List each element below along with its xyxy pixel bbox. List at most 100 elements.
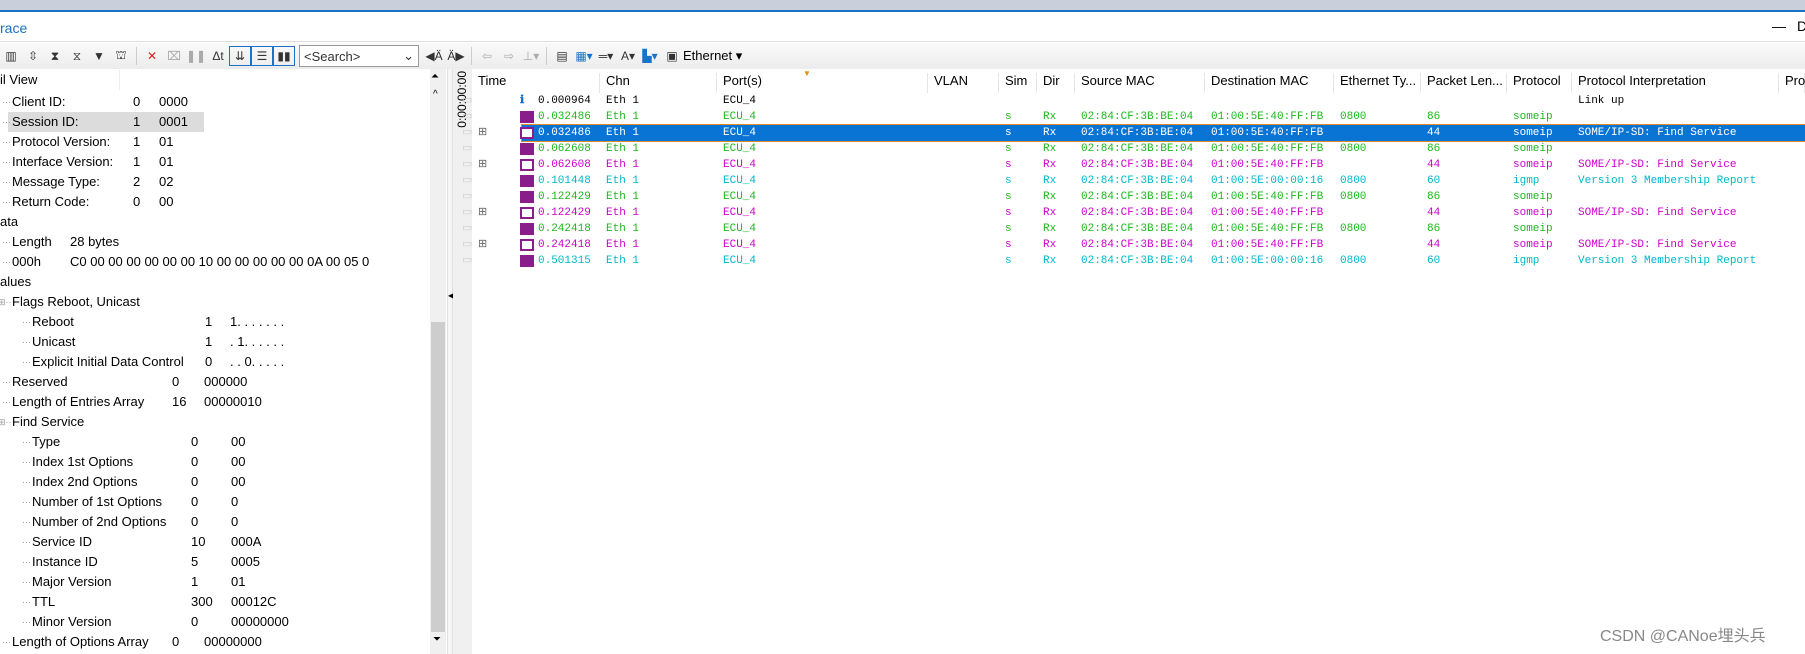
detail-scrollbar[interactable]: ⏶ ^ ⏷ (430, 69, 446, 654)
filter-down-icon[interactable]: ▼ (90, 46, 108, 66)
column-header-time[interactable]: Time (472, 73, 600, 93)
find-prev-icon[interactable]: ◀Ä (425, 46, 443, 66)
filter2-icon[interactable]: ⧖ (68, 46, 86, 66)
cell: someip (1513, 159, 1553, 171)
table-row[interactable]: ▭ 0.062608 Eth 1 ECU_4 s Rx 02:84:CF:3B:BE:04 0… (462, 141, 1805, 157)
tree-label: Major Version (32, 574, 112, 589)
column-header-port-s-[interactable]: Port(s) (717, 73, 928, 93)
column-header-chn[interactable]: Chn (600, 73, 717, 93)
tree-value-dec: 0 (133, 94, 141, 109)
bookmark-icon[interactable]: ▭ (462, 205, 472, 221)
column-header-protocol-interpretation[interactable]: Protocol Interpretation (1572, 73, 1779, 93)
bookmark-icon[interactable]: ▭ (462, 253, 472, 269)
color-icon[interactable]: ▦▾ (575, 46, 593, 66)
expand-icon[interactable]: ⊞ (478, 157, 487, 173)
font-size-icon[interactable]: A▾ (619, 46, 637, 66)
column-header-ethernet-ty-[interactable]: Ethernet Ty... (1334, 73, 1421, 93)
delta-time-icon[interactable]: Δt (209, 46, 227, 66)
tree-connector: ··· (2, 237, 11, 247)
bookmark-icon[interactable]: ▭ (462, 173, 472, 189)
table-row[interactable]: ▭ ⊞ 0.062608 Eth 1 ECU_4 s Rx 02:84:CF:3B:BE:04… (462, 157, 1805, 173)
column-header-dir[interactable]: Dir (1037, 73, 1075, 93)
table-row[interactable]: ▭ 0.101448 Eth 1 ECU_4 s Rx 02:84:CF:3B:BE:04 0… (462, 173, 1805, 189)
bookmark-icon[interactable]: ▭ (462, 93, 472, 109)
toolbar-separator (471, 47, 472, 65)
back-icon[interactable]: ⇦ (478, 46, 496, 66)
auto-scroll-icon[interactable]: ⇊ (229, 46, 251, 66)
bookmark-icon[interactable]: ▭ (462, 221, 472, 237)
pause-icon[interactable]: ❚❚ (186, 46, 206, 66)
message-icon (520, 207, 534, 219)
bookmark-icon[interactable]: ▭ (462, 157, 472, 173)
column-icon[interactable]: ▮▮ (273, 46, 295, 66)
tree-connector: ··· (22, 437, 31, 447)
cell: 0800 (1340, 191, 1367, 203)
table-row[interactable]: ▭ ⊞ 0.122429 Eth 1 ECU_4 s Rx 02:84:CF:3B:BE:04… (462, 205, 1805, 221)
cell: s (1005, 239, 1012, 251)
table-row[interactable]: ▭ ℹ 0.000964 Eth 1 ECU_4 Link up (462, 93, 1805, 109)
tree-value-hex: 0 (231, 494, 239, 509)
expand-icon[interactable]: ⊞ (478, 237, 487, 253)
delete-icon[interactable]: ✕ (143, 46, 161, 66)
filter-icon[interactable]: ▼ (797, 69, 811, 89)
table-row[interactable]: ▭ 0.032486 Eth 1 ECU_4 s Rx 02:84:CF:3B:BE:04 0… (462, 109, 1805, 125)
table-row[interactable]: ▭ ⊞ 0.032486 Eth 1 ECU_4 s Rx 02:84:CF:3B:BE:04… (462, 124, 1805, 142)
expand-icon[interactable]: ⊞ (478, 205, 487, 221)
cell: Rx (1043, 223, 1057, 235)
table-row[interactable]: ▭ 0.122429 Eth 1 ECU_4 s Rx 02:84:CF:3B:BE:04 0… (462, 189, 1805, 205)
separator-icon[interactable]: ═▾ (597, 46, 615, 66)
scroll-top-icon[interactable]: ⏶ (431, 71, 439, 82)
maximize-button[interactable]: D (1797, 18, 1805, 34)
window-icon[interactable]: ▤ (553, 46, 571, 66)
column-header-destination-mac[interactable]: Destination MAC (1205, 73, 1334, 93)
tree-value-hex: . . 0. . . . . (230, 354, 285, 369)
cell: 01:00:5E:40:FF:FB (1211, 239, 1324, 251)
column-header-vlan[interactable]: VLAN (928, 73, 999, 93)
minimize-button[interactable]: — (1772, 18, 1786, 34)
tree-label: Type (32, 434, 61, 449)
tree-label: ata (0, 214, 19, 229)
bus-filter-dropdown[interactable]: Ethernet ▾ (683, 48, 742, 64)
chart-icon[interactable]: ▥ (2, 46, 20, 66)
detail-icon[interactable]: ☰ (251, 46, 273, 66)
layout-icon[interactable]: ▙▾ (641, 46, 659, 66)
table-row[interactable]: ▭ ⊞ 0.242418 Eth 1 ECU_4 s Rx 02:84:CF:3B:BE:04… (462, 237, 1805, 253)
bookmark-icon[interactable]: ▭ (462, 125, 472, 141)
chevron-down-icon[interactable]: ⌄ (403, 48, 414, 64)
cell: 44 (1427, 159, 1441, 171)
column-header-sim[interactable]: Sim (999, 73, 1037, 93)
expand-icon[interactable]: ⊞ (478, 125, 487, 141)
bookmark-icon[interactable]: ▭ (462, 109, 472, 125)
bookmark-icon[interactable]: ▭ (462, 189, 472, 205)
find-next-icon[interactable]: Ä▶ (447, 46, 465, 66)
binoculars-icon[interactable]: ⛫ (112, 46, 130, 66)
cell: Eth 1 (606, 95, 640, 107)
cell: Eth 1 (606, 255, 640, 267)
column-header-packet-len-[interactable]: Packet Len... (1421, 73, 1507, 93)
forward-icon[interactable]: ⇨ (500, 46, 518, 66)
clear-icon[interactable]: ⌧ (165, 46, 183, 66)
cell: someip (1513, 223, 1553, 235)
cell: s (1005, 111, 1012, 123)
table-row[interactable]: ▭ 0.501315 Eth 1 ECU_4 s Rx 02:84:CF:3B:BE:04 0… (462, 253, 1805, 269)
column-header-protocol[interactable]: Protocol (1507, 73, 1572, 93)
column-header-pro[interactable]: Pro (1779, 73, 1805, 93)
cell: 02:84:CF:3B:BE:04 (1081, 191, 1194, 203)
table-row[interactable]: ▭ 0.242418 Eth 1 ECU_4 s Rx 02:84:CF:3B:BE:04 0… (462, 221, 1805, 237)
insert-icon[interactable]: ⊥▾ (522, 46, 540, 66)
cell: Eth 1 (606, 159, 640, 171)
scroll-bottom-icon[interactable]: ⏷ (433, 634, 441, 645)
scroll-icon[interactable]: ⇳ (24, 46, 42, 66)
cell: ECU_4 (723, 127, 757, 139)
bookmark-icon[interactable]: ▭ (462, 141, 472, 157)
tree-value-dec: 1 (191, 574, 199, 589)
filter-icon[interactable]: ⧗ (46, 46, 64, 66)
tree-label: Index 2nd Options (32, 474, 138, 489)
bookmark-icon[interactable]: ▭ (462, 237, 472, 253)
scroll-up-icon[interactable]: ^ (433, 89, 438, 100)
frame-icon (520, 191, 534, 203)
scrollbar-thumb[interactable] (431, 322, 445, 632)
search-input[interactable]: <Search> ⌄ (299, 45, 419, 67)
column-header-source-mac[interactable]: Source MAC (1075, 73, 1205, 93)
tree-row[interactable]: ··· Session ID: 1 0001 (2, 112, 204, 132)
